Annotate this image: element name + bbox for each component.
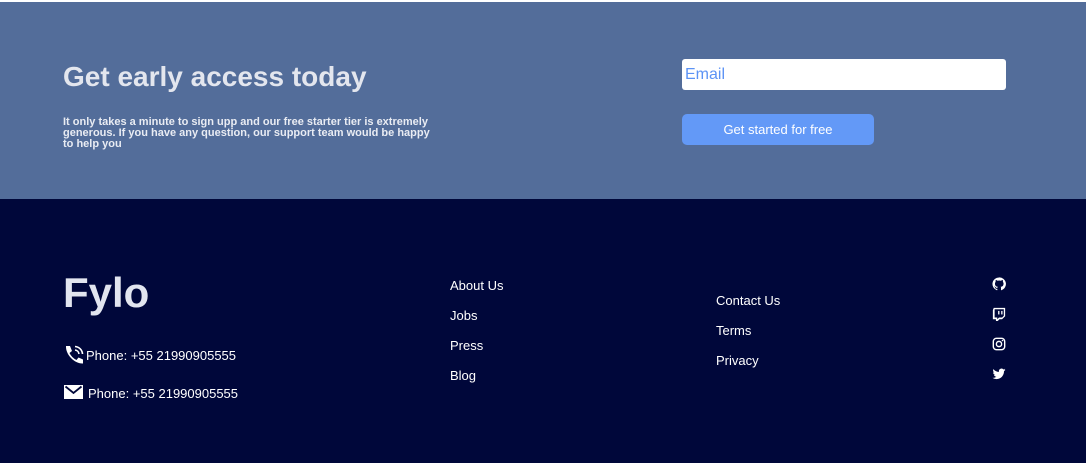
contact-phone: Phone: +55 21990905555 [63,345,236,365]
footer-link-jobs[interactable]: Jobs [450,307,503,337]
footer-links-company: About Us Jobs Press Blog [450,277,503,397]
fylo-logo[interactable]: Fylo [63,269,149,317]
github-icon[interactable] [992,277,1006,307]
contact-email: Phone: +55 21990905555 [63,383,238,403]
footer-link-privacy[interactable]: Privacy [716,352,780,382]
phone-icon [63,345,85,365]
email-icon [63,383,85,403]
footer-link-contact-us[interactable]: Contact Us [716,292,780,322]
twitch-icon[interactable] [992,307,1006,337]
early-access-section: Get early access today It only takes a m… [0,2,1086,199]
contact-email-text: Phone: +55 21990905555 [88,385,239,401]
footer-link-blog[interactable]: Blog [450,367,503,397]
early-access-description: It only takes a minute to sign upp and o… [63,116,430,150]
email-input[interactable] [682,59,1006,90]
footer-link-press[interactable]: Press [450,337,503,367]
footer-link-about-us[interactable]: About Us [450,277,503,307]
twitter-icon[interactable] [992,367,1006,397]
social-links [992,277,1006,397]
footer: Fylo Phone: +55 21990905555 Phone: +55 2… [0,199,1086,463]
footer-link-terms[interactable]: Terms [716,322,780,352]
early-access-title: Get early access today [63,61,367,92]
get-started-button[interactable]: Get started for free [682,114,874,145]
page: Get early access today It only takes a m… [0,0,1086,463]
contact-phone-text: Phone: +55 21990905555 [86,347,237,363]
instagram-icon[interactable] [992,337,1006,367]
footer-links-support: Contact Us Terms Privacy [716,292,780,382]
